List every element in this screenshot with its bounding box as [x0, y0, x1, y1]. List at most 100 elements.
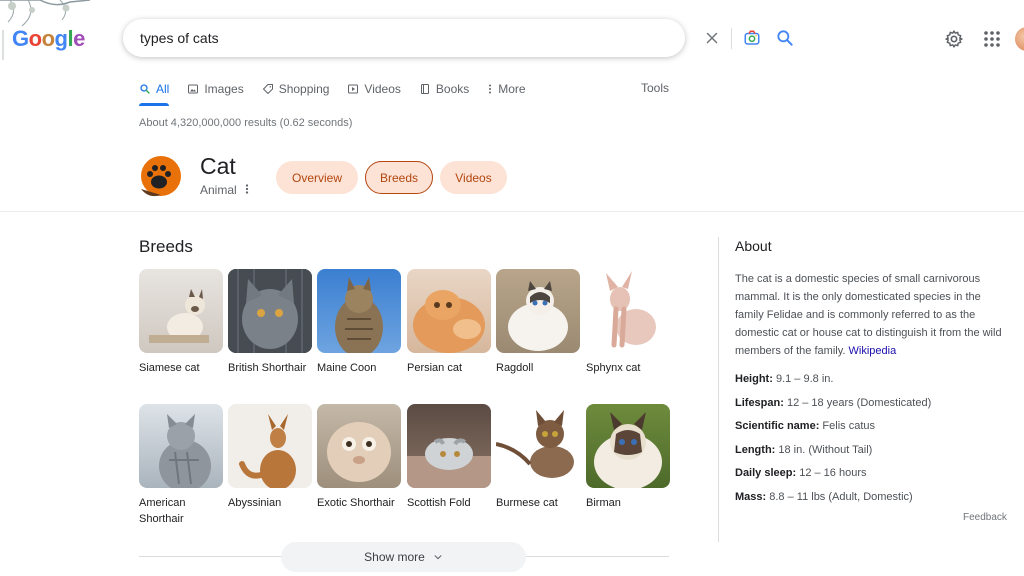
- tab-books[interactable]: Books: [419, 80, 469, 98]
- breed-label: Ragdoll: [496, 362, 534, 374]
- breed-card[interactable]: Maine Coon: [317, 269, 401, 376]
- tag-icon: [262, 84, 273, 94]
- paw-icon: [141, 156, 181, 197]
- play-icon: [348, 84, 359, 94]
- facts-list: Height: 9.1 – 9.8 in. Lifespan: 12 – 18 …: [735, 371, 931, 513]
- breed-label: British Shorthair: [228, 362, 307, 374]
- gear-icon[interactable]: [944, 29, 964, 49]
- breed-label: Exotic Shorthair: [317, 497, 395, 509]
- about-description: The cat is a domestic species of small c…: [735, 270, 1005, 360]
- wikipedia-link[interactable]: Wikipedia: [849, 345, 897, 357]
- image-icon: [188, 84, 199, 94]
- kebab-icon: [489, 84, 492, 94]
- result-stats: About 4,320,000,000 results (0.62 second…: [139, 117, 353, 129]
- breed-image: [496, 269, 580, 353]
- logo-letter: G: [12, 26, 29, 51]
- fact-row: Lifespan: 12 – 18 years (Domesticated): [735, 395, 931, 419]
- breed-card[interactable]: Exotic Shorthair: [317, 404, 401, 511]
- panel-divider: [718, 237, 719, 542]
- breed-card[interactable]: Scottish Fold: [407, 404, 491, 511]
- fact-key[interactable]: Daily sleep:: [735, 467, 796, 479]
- breed-card[interactable]: Persian cat: [407, 269, 491, 376]
- fact-key[interactable]: Scientific name:: [735, 420, 819, 432]
- logo-letter: g: [54, 26, 68, 51]
- breed-card[interactable]: British Shorthair: [228, 269, 312, 376]
- avatar[interactable]: [1015, 27, 1024, 51]
- fact-value: 9.1 – 9.8 in.: [775, 373, 834, 385]
- breed-image: [317, 404, 401, 488]
- breed-card[interactable]: Burmese cat: [496, 404, 580, 511]
- search-divider: [731, 28, 732, 49]
- chip-videos[interactable]: Videos: [440, 161, 507, 194]
- breed-label: Burmese cat: [496, 497, 558, 509]
- breed-card[interactable]: Siamese cat: [139, 269, 223, 376]
- fact-value: Felis catus: [822, 420, 875, 433]
- breed-image: [139, 404, 223, 488]
- feedback-link[interactable]: Feedback: [963, 512, 1007, 523]
- breed-label: Siamese cat: [139, 362, 200, 374]
- tab-shopping[interactable]: Shopping: [262, 80, 330, 98]
- breed-label: American Shorthair: [139, 497, 186, 525]
- fact-key[interactable]: Height:: [735, 373, 773, 385]
- tab-label: Shopping: [278, 82, 330, 96]
- breed-label: Abyssinian: [228, 497, 282, 509]
- search-box[interactable]: types of cats: [123, 19, 793, 57]
- tab-all[interactable]: All: [139, 80, 169, 98]
- chip-overview[interactable]: Overview: [276, 161, 358, 194]
- apps-grid-icon[interactable]: [983, 30, 1001, 48]
- logo-letter: o: [28, 26, 42, 51]
- fact-key[interactable]: Length:: [735, 444, 775, 456]
- fact-row: Mass: 8.8 – 11 lbs (Adult, Domestic): [735, 489, 931, 513]
- breed-image: [317, 269, 401, 353]
- fact-row: Scientific name: Felis catus: [735, 418, 931, 442]
- tab-videos[interactable]: Videos: [347, 80, 401, 98]
- breed-label: Scottish Fold: [407, 497, 471, 509]
- tab-label: Images: [204, 82, 244, 96]
- tab-label: Videos: [364, 82, 401, 96]
- tab-more[interactable]: More: [487, 80, 526, 98]
- breed-card[interactable]: American Shorthair: [139, 404, 223, 527]
- lens-camera-icon[interactable]: [743, 29, 761, 47]
- tab-label: More: [498, 82, 526, 96]
- more-options-icon[interactable]: [242, 182, 252, 196]
- breed-image: [586, 269, 670, 353]
- fact-value: 12 – 16 hours: [799, 467, 867, 480]
- breed-image: [139, 269, 223, 353]
- breed-image: [407, 269, 491, 353]
- fact-value: 12 – 18 years (Domesticated): [786, 396, 932, 409]
- fact-value: 18 in. (Without Tail): [778, 443, 873, 456]
- search-input[interactable]: types of cats: [140, 30, 219, 46]
- show-more-button[interactable]: Show more: [281, 542, 526, 572]
- breeds-title: Breeds: [139, 237, 193, 256]
- breed-label: Birman: [586, 497, 621, 509]
- chevron-down-icon: [434, 555, 442, 560]
- breed-label: Sphynx cat: [586, 362, 641, 374]
- search-icon[interactable]: [775, 28, 795, 48]
- breed-card[interactable]: Sphynx cat: [586, 269, 670, 376]
- chip-breeds[interactable]: Breeds: [365, 161, 433, 194]
- fact-row: Daily sleep: 12 – 16 hours: [735, 465, 931, 489]
- breed-label: Persian cat: [407, 362, 463, 374]
- tab-images[interactable]: Images: [187, 80, 244, 98]
- clear-icon[interactable]: [703, 28, 721, 48]
- breed-card[interactable]: Abyssinian: [228, 404, 312, 511]
- tab-label: All: [156, 82, 170, 96]
- search-tabs: All Images Shopping Videos Books More: [139, 80, 544, 98]
- breed-card[interactable]: Birman: [586, 404, 670, 511]
- tools-button[interactable]: Tools: [641, 81, 669, 95]
- breed-card[interactable]: Ragdoll: [496, 269, 580, 376]
- about-title: About: [735, 238, 772, 254]
- fact-key[interactable]: Lifespan:: [735, 397, 784, 409]
- entity-subtitle: Animal: [200, 183, 237, 197]
- google-logo[interactable]: Google: [12, 26, 85, 52]
- book-icon: [420, 84, 429, 94]
- show-more-label: Show more: [364, 550, 425, 564]
- divider: [0, 211, 1024, 212]
- fact-key[interactable]: Mass:: [735, 491, 766, 503]
- breed-image: [586, 404, 670, 488]
- active-tab-indicator: [139, 103, 169, 106]
- fact-value: 8.8 – 11 lbs (Adult, Domestic): [769, 490, 913, 503]
- entity-title: Cat: [200, 153, 236, 179]
- tab-label: Books: [435, 82, 470, 96]
- breed-image: [228, 269, 312, 353]
